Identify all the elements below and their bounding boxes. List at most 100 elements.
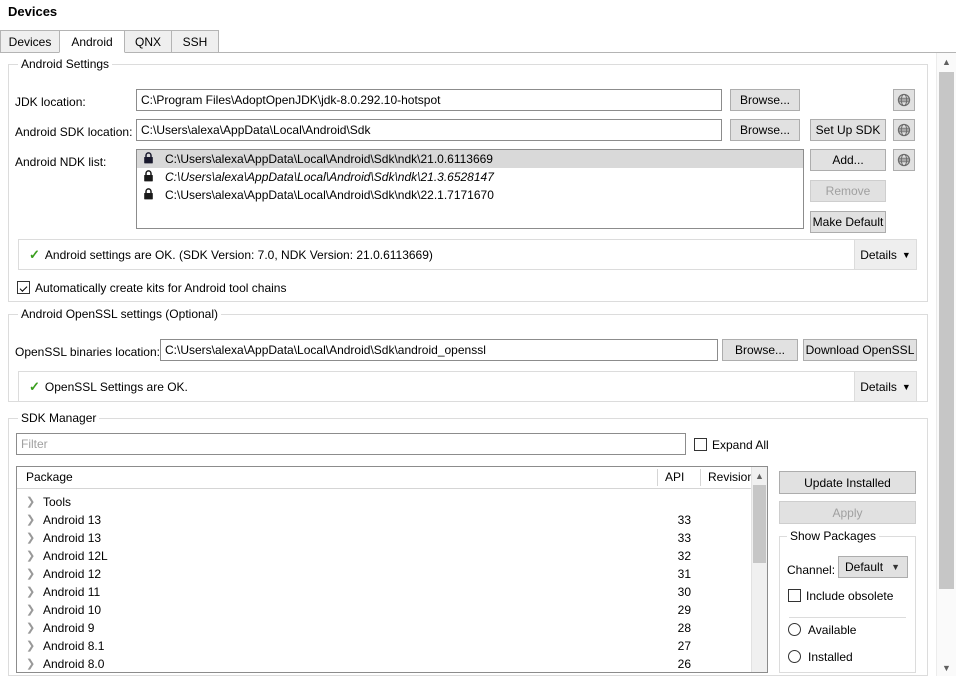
openssl-status-bar: ✓ OpenSSL Settings are OK. Details ▼ xyxy=(18,371,917,402)
tab-devices[interactable]: Devices xyxy=(0,30,60,53)
table-row[interactable]: ❯ Android 13 33 xyxy=(17,511,767,529)
tab-android[interactable]: Android xyxy=(59,30,125,53)
sdk-table-scrollbar[interactable]: ▲ xyxy=(751,467,767,672)
ndk-make-default-button[interactable]: Make Default xyxy=(810,211,886,233)
column-header-api[interactable]: API xyxy=(665,467,684,488)
chevron-right-icon[interactable]: ❯ xyxy=(26,602,36,618)
android-sdk-location-input[interactable]: C:\Users\alexa\AppData\Local\Android\Sdk xyxy=(136,119,722,141)
sdk-globe-icon-button[interactable] xyxy=(893,119,915,141)
installed-label: Installed xyxy=(808,650,853,664)
table-row[interactable]: ❯ Android 11 30 xyxy=(17,583,767,601)
openssl-browse-button[interactable]: Browse... xyxy=(722,339,798,361)
table-row[interactable]: ❯ Android 10 29 xyxy=(17,601,767,619)
available-label: Available xyxy=(808,623,857,637)
package-api: 30 xyxy=(677,585,691,599)
table-row[interactable]: ❯ Android 12L 32 xyxy=(17,547,767,565)
table-row[interactable]: ❯ Android 8.0 26 xyxy=(17,655,767,672)
scroll-up-icon[interactable]: ▲ xyxy=(937,53,956,70)
scrollbar-thumb[interactable] xyxy=(753,485,766,563)
ndk-add-button[interactable]: Add... xyxy=(810,149,886,171)
tab-qnx[interactable]: QNX xyxy=(124,30,172,53)
column-header-revision[interactable]: Revision xyxy=(708,467,754,488)
download-openssl-button[interactable]: Download OpenSSL xyxy=(803,339,917,361)
package-name: Android 12L xyxy=(43,549,108,563)
chevron-down-icon: ▼ xyxy=(901,381,911,392)
apply-button[interactable]: Apply xyxy=(779,501,916,524)
android-settings-status-message: Android settings are OK. (SDK Version: 7… xyxy=(44,247,433,262)
lock-icon xyxy=(143,151,154,167)
update-installed-button[interactable]: Update Installed xyxy=(779,471,916,494)
lock-icon xyxy=(143,169,154,185)
chevron-right-icon[interactable]: ❯ xyxy=(26,494,36,510)
devices-options-page: Devices Devices Android QNX SSH Android … xyxy=(0,0,956,676)
channel-select[interactable]: Default ▼ xyxy=(838,556,908,578)
android-ndk-list-label: Android NDK list: xyxy=(15,155,107,169)
chevron-right-icon[interactable]: ❯ xyxy=(26,512,36,528)
table-row[interactable]: ❯ Android 9 28 xyxy=(17,619,767,637)
openssl-settings-legend: Android OpenSSL settings (Optional) xyxy=(18,307,221,321)
globe-icon xyxy=(894,150,914,170)
set-up-sdk-button[interactable]: Set Up SDK xyxy=(810,119,886,141)
sdk-filter-input[interactable]: Filter xyxy=(16,433,686,455)
installed-radio[interactable] xyxy=(788,650,801,663)
openssl-details-button[interactable]: Details ▼ xyxy=(854,372,916,401)
available-radio[interactable] xyxy=(788,623,801,636)
package-api: 32 xyxy=(677,549,691,563)
package-name: Android 11 xyxy=(43,585,101,599)
chevron-right-icon[interactable]: ❯ xyxy=(26,656,36,672)
android-settings-details-button[interactable]: Details ▼ xyxy=(854,240,916,269)
openssl-binaries-input[interactable]: C:\Users\alexa\AppData\Local\Android\Sdk… xyxy=(160,339,718,361)
sdk-package-table[interactable]: Package API Revision ❯ Tools ❯ Android 1… xyxy=(16,466,768,673)
column-divider xyxy=(700,469,701,486)
ndk-list-item[interactable]: C:\Users\alexa\AppData\Local\Android\Sdk… xyxy=(137,186,803,204)
table-row[interactable]: ❯ Android 12 31 xyxy=(17,565,767,583)
page-scrollbar[interactable]: ▲ ▼ xyxy=(936,53,956,676)
android-settings-status-bar: ✓ Android settings are OK. (SDK Version:… xyxy=(18,239,917,270)
package-api: 29 xyxy=(677,603,691,617)
chevron-right-icon[interactable]: ❯ xyxy=(26,548,36,564)
package-name: Tools xyxy=(43,495,72,509)
ndk-list-item[interactable]: C:\Users\alexa\AppData\Local\Android\Sdk… xyxy=(137,150,803,168)
chevron-right-icon[interactable]: ❯ xyxy=(26,530,36,546)
ndk-globe-icon-button[interactable] xyxy=(893,149,915,171)
auto-create-kits-checkbox[interactable] xyxy=(17,281,30,294)
chevron-right-icon[interactable]: ❯ xyxy=(26,584,36,600)
include-obsolete-checkbox[interactable] xyxy=(788,589,801,602)
chevron-right-icon[interactable]: ❯ xyxy=(26,566,36,582)
sdk-manager-legend: SDK Manager xyxy=(18,411,100,425)
scroll-down-icon[interactable]: ▼ xyxy=(937,659,956,676)
lock-icon xyxy=(143,187,154,203)
chevron-right-icon[interactable]: ❯ xyxy=(26,620,36,636)
jdk-location-input[interactable]: C:\Program Files\AdoptOpenJDK\jdk-8.0.29… xyxy=(136,89,722,111)
table-row[interactable]: ❯ Tools xyxy=(17,493,767,511)
package-name: Android 8.1 xyxy=(43,639,105,653)
expand-all-label: Expand All xyxy=(712,438,769,452)
ndk-remove-button[interactable]: Remove xyxy=(810,180,886,202)
openssl-details-label: Details xyxy=(860,379,897,394)
column-divider xyxy=(657,469,658,486)
jdk-browse-button[interactable]: Browse... xyxy=(730,89,800,111)
settings-scroll-content: Android Settings JDK location: C:\Progra… xyxy=(0,53,956,676)
android-ndk-listbox[interactable]: C:\Users\alexa\AppData\Local\Android\Sdk… xyxy=(136,149,804,229)
globe-icon xyxy=(894,90,914,110)
package-name: Android 13 xyxy=(43,531,102,545)
ndk-list-item[interactable]: C:\Users\alexa\AppData\Local\Android\Sdk… xyxy=(137,168,803,186)
package-name: Android 9 xyxy=(43,621,95,635)
android-settings-details-label: Details xyxy=(860,247,897,262)
android-sdk-browse-button[interactable]: Browse... xyxy=(730,119,800,141)
column-header-package[interactable]: Package xyxy=(26,467,73,488)
scrollbar-thumb[interactable] xyxy=(939,72,954,589)
android-sdk-location-label: Android SDK location: xyxy=(15,125,133,139)
jdk-location-label: JDK location: xyxy=(15,95,86,109)
jdk-globe-icon-button[interactable] xyxy=(893,89,915,111)
table-row[interactable]: ❯ Android 13 33 xyxy=(17,529,767,547)
scroll-up-icon[interactable]: ▲ xyxy=(752,467,767,484)
expand-all-checkbox[interactable] xyxy=(694,438,707,451)
tab-ssh[interactable]: SSH xyxy=(171,30,219,53)
channel-value: Default xyxy=(845,560,884,574)
table-row[interactable]: ❯ Android 8.1 27 xyxy=(17,637,767,655)
channel-label: Channel: xyxy=(787,563,836,577)
android-settings-legend: Android Settings xyxy=(18,57,113,71)
chevron-down-icon: ▼ xyxy=(901,249,911,260)
chevron-right-icon[interactable]: ❯ xyxy=(26,638,36,654)
